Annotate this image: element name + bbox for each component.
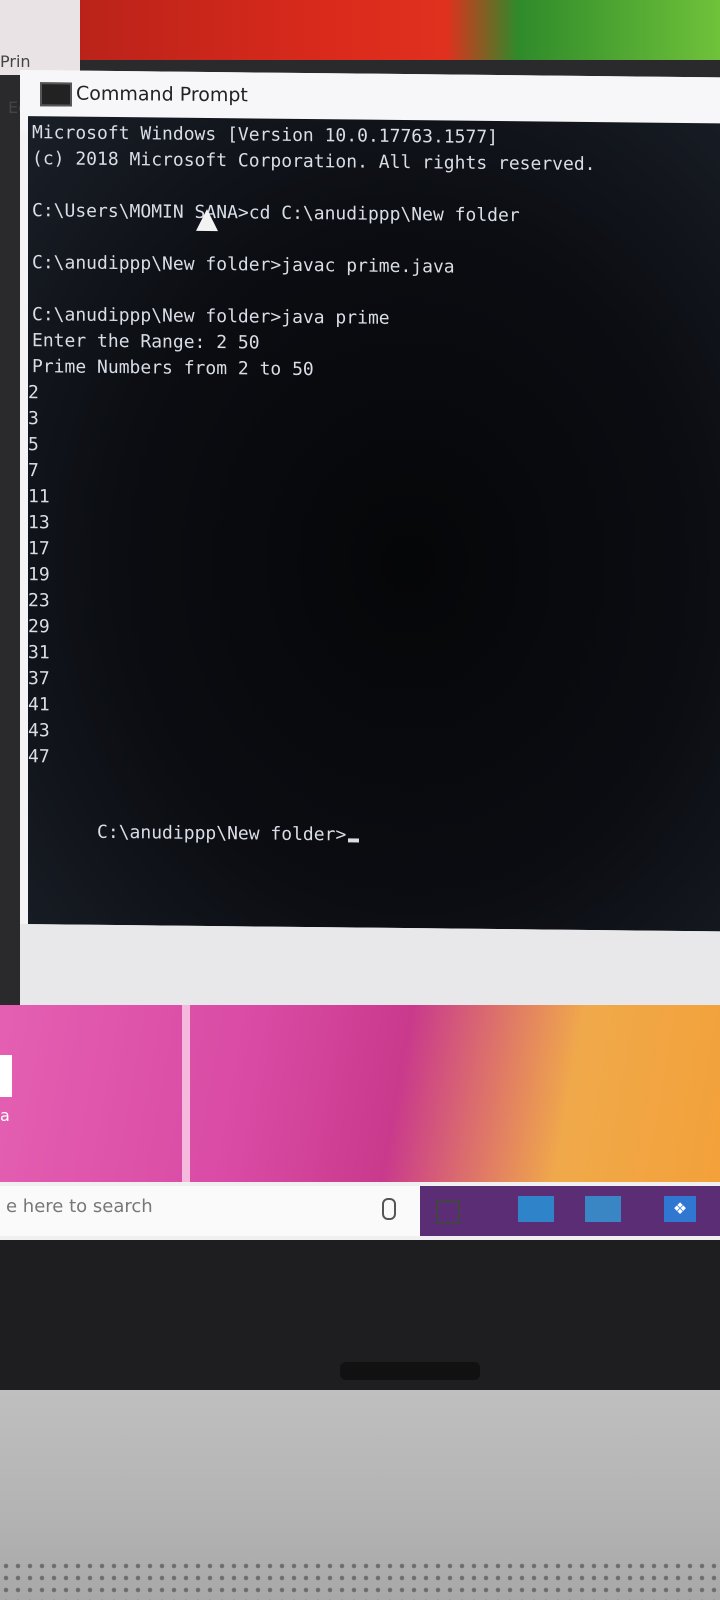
wallpaper-stripe <box>182 1005 190 1185</box>
prime-number: 23 <box>28 590 50 612</box>
search-placeholder[interactable]: e here to search <box>6 1196 153 1217</box>
prime-number: 43 <box>28 720 50 742</box>
desktop-icon-label[interactable]: Prin <box>0 52 31 71</box>
desktop-wallpaper-bottom <box>0 1005 720 1185</box>
console-line: C:\anudippp\New folder>java prime <box>32 304 390 329</box>
prime-number: 19 <box>28 564 50 586</box>
text-cursor <box>348 838 360 843</box>
prime-number: 17 <box>28 538 50 560</box>
console-prompt: C:\anudippp\New folder> <box>97 821 347 846</box>
command-prompt-window[interactable]: Command Prompt Microsoft Windows [Versio… <box>20 70 720 1038</box>
task-view-icon[interactable] <box>436 1200 460 1224</box>
console-line: Microsoft Windows [Version 10.0.17763.15… <box>32 122 498 149</box>
console-prompt-line[interactable]: C:\anudippp\New folder> <box>32 800 360 866</box>
speaker-grille <box>0 1560 720 1600</box>
prime-number: 13 <box>28 512 50 534</box>
microphone-icon[interactable] <box>382 1198 396 1220</box>
prime-number: 37 <box>28 668 50 690</box>
desktop-icon-fragment[interactable] <box>0 1055 12 1097</box>
prime-number: 7 <box>28 460 39 482</box>
prime-number: 5 <box>28 434 39 456</box>
window-title: Command Prompt <box>76 82 248 107</box>
cmd-icon <box>40 82 72 107</box>
prime-number: 29 <box>28 616 50 638</box>
prime-number: 3 <box>28 408 39 430</box>
console-output[interactable]: Microsoft Windows [Version 10.0.17763.15… <box>28 116 720 932</box>
mouse-pointer-icon <box>196 208 218 232</box>
desktop-wallpaper-top <box>0 0 720 60</box>
file-explorer-icon[interactable] <box>585 1196 621 1222</box>
console-line: C:\anudippp\New folder>javac prime.java <box>32 252 455 278</box>
console-line: C:\Users\MOMIN SANA>cd C:\anudippp\New f… <box>32 200 520 227</box>
dropbox-icon[interactable]: ❖ <box>664 1196 696 1222</box>
console-line: Enter the Range: 2 50 <box>32 330 260 354</box>
prime-number: 31 <box>28 642 50 664</box>
console-line: (c) 2018 Microsoft Corporation. All righ… <box>32 148 596 176</box>
prime-number: 2 <box>28 382 39 404</box>
store-icon[interactable] <box>518 1196 554 1222</box>
laptop-hinge <box>340 1362 480 1380</box>
console-line: Prime Numbers from 2 to 50 <box>32 356 314 381</box>
prime-number: 11 <box>28 486 50 508</box>
desktop-icon-label[interactable]: a <box>0 1106 10 1125</box>
prime-number: 41 <box>28 694 50 716</box>
prime-number: 47 <box>28 746 50 768</box>
